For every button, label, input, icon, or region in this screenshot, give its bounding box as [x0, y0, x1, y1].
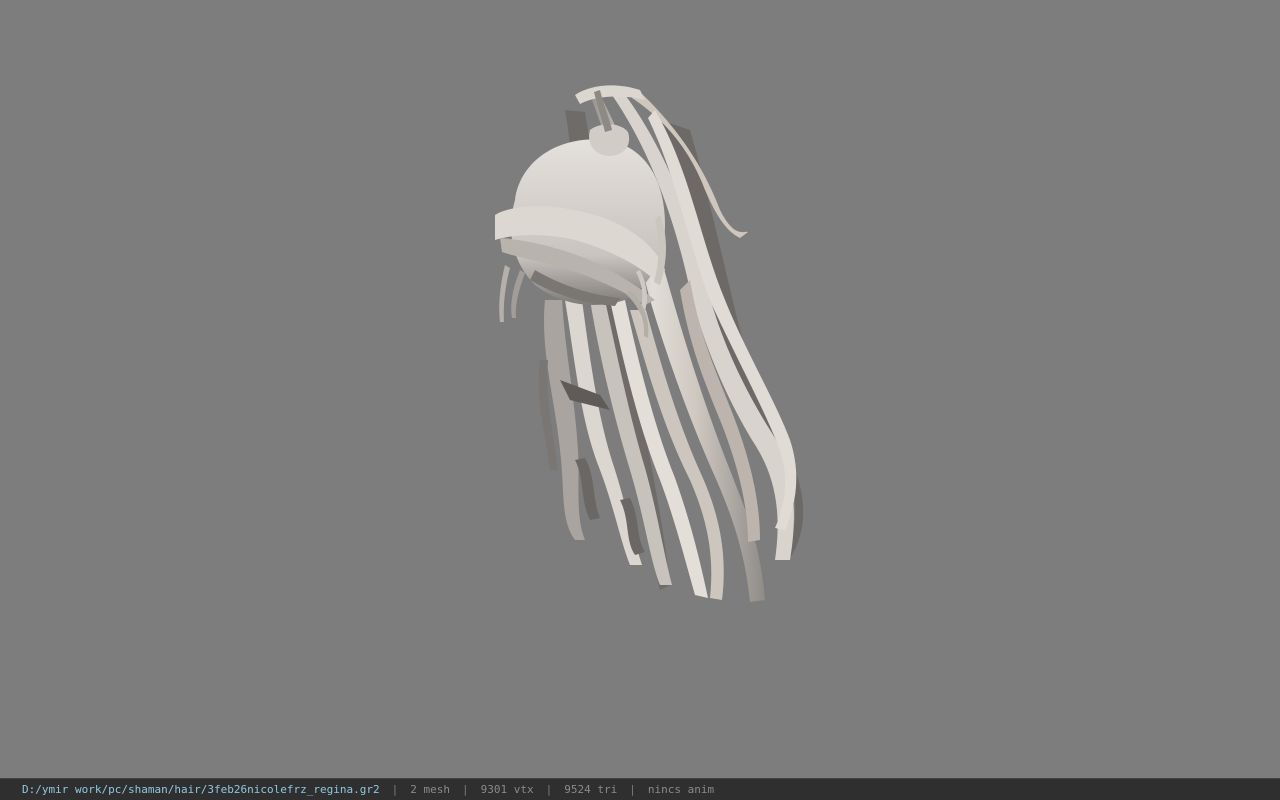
status-bar: D:/ymir work/pc/shaman/hair/3feb26nicole… [0, 778, 1280, 800]
3d-viewport[interactable] [0, 0, 1280, 778]
animation-status: nincs anim [647, 783, 715, 796]
vertex-count: 9301 vtx [480, 783, 534, 796]
separator: | [629, 783, 636, 796]
file-path: D:/ymir work/pc/shaman/hair/3feb26nicole… [22, 783, 380, 796]
mesh-count: 2 mesh [410, 783, 450, 796]
separator: | [545, 783, 553, 796]
hair-model-render[interactable] [0, 0, 1280, 778]
separator: | [462, 783, 469, 796]
separator: | [391, 783, 399, 796]
triangle-count: 9524 tri [564, 783, 618, 796]
